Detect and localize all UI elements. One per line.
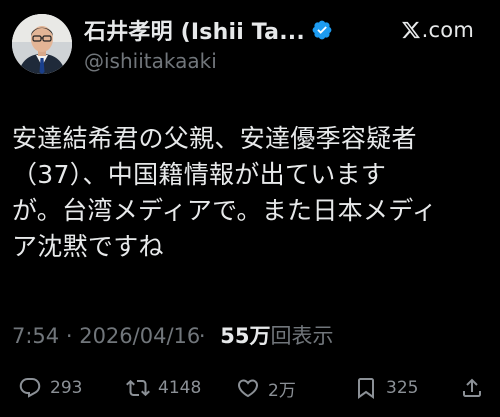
verified-badge-icon: [311, 19, 333, 41]
tweet-time[interactable]: 7:54: [12, 324, 59, 348]
retweet-count: 4148: [158, 378, 202, 398]
heart-icon: [237, 379, 259, 398]
retweet-button[interactable]: 4148: [126, 372, 201, 404]
share-button[interactable]: [460, 372, 484, 404]
reply-button[interactable]: 293: [18, 372, 82, 404]
tweet-text-line: 安達結希君の父親、安達優季容疑者: [12, 124, 417, 153]
tweet-text: 安達結希君の父親、安達優季容疑者 （37）、中国籍情報が出ています が。台湾メデ…: [12, 121, 496, 265]
author-handle[interactable]: @ishiitakaaki: [84, 49, 217, 73]
views-count[interactable]: 55万: [220, 320, 270, 350]
share-icon: [463, 378, 481, 397]
meta-separator: ·: [192, 324, 213, 348]
tweet-text-line: （37）、中国籍情報が出ています: [12, 160, 387, 189]
avatar-image: [12, 14, 72, 74]
reply-count: 293: [50, 378, 83, 398]
bookmark-icon: [358, 378, 374, 399]
like-button[interactable]: 2万: [236, 372, 296, 404]
tweet-card: 石井孝明 (Ishii Ta... @ishiitakaaki .com 安達結…: [0, 0, 500, 417]
x-com-text: .com: [421, 18, 474, 42]
retweet-icon: [126, 379, 150, 397]
author-name-row[interactable]: 石井孝明 (Ishii Ta...: [84, 15, 333, 45]
action-bar: 293 4148 2万 325: [18, 372, 488, 404]
x-com-brand: .com: [401, 15, 474, 45]
tweet-meta: 7:54 · 2026/04/16 · 55万 回表示: [12, 320, 334, 350]
author-display-name[interactable]: 石井孝明 (Ishii Ta...: [84, 14, 305, 46]
meta-separator: ·: [59, 324, 80, 348]
like-count: 2万: [268, 380, 296, 401]
reply-icon: [19, 378, 41, 398]
tweet-date[interactable]: 2026/04/16: [79, 324, 200, 348]
views-label: 回表示: [270, 324, 334, 348]
bookmark-button[interactable]: 325: [354, 372, 418, 404]
tweet-text-line: ア沈黙ですね: [12, 232, 164, 261]
bookmark-count: 325: [386, 378, 419, 398]
x-logo-icon: [401, 20, 421, 40]
avatar[interactable]: [12, 14, 72, 74]
tweet-text-line: が。台湾メディアで。また日本メディ: [12, 196, 438, 225]
